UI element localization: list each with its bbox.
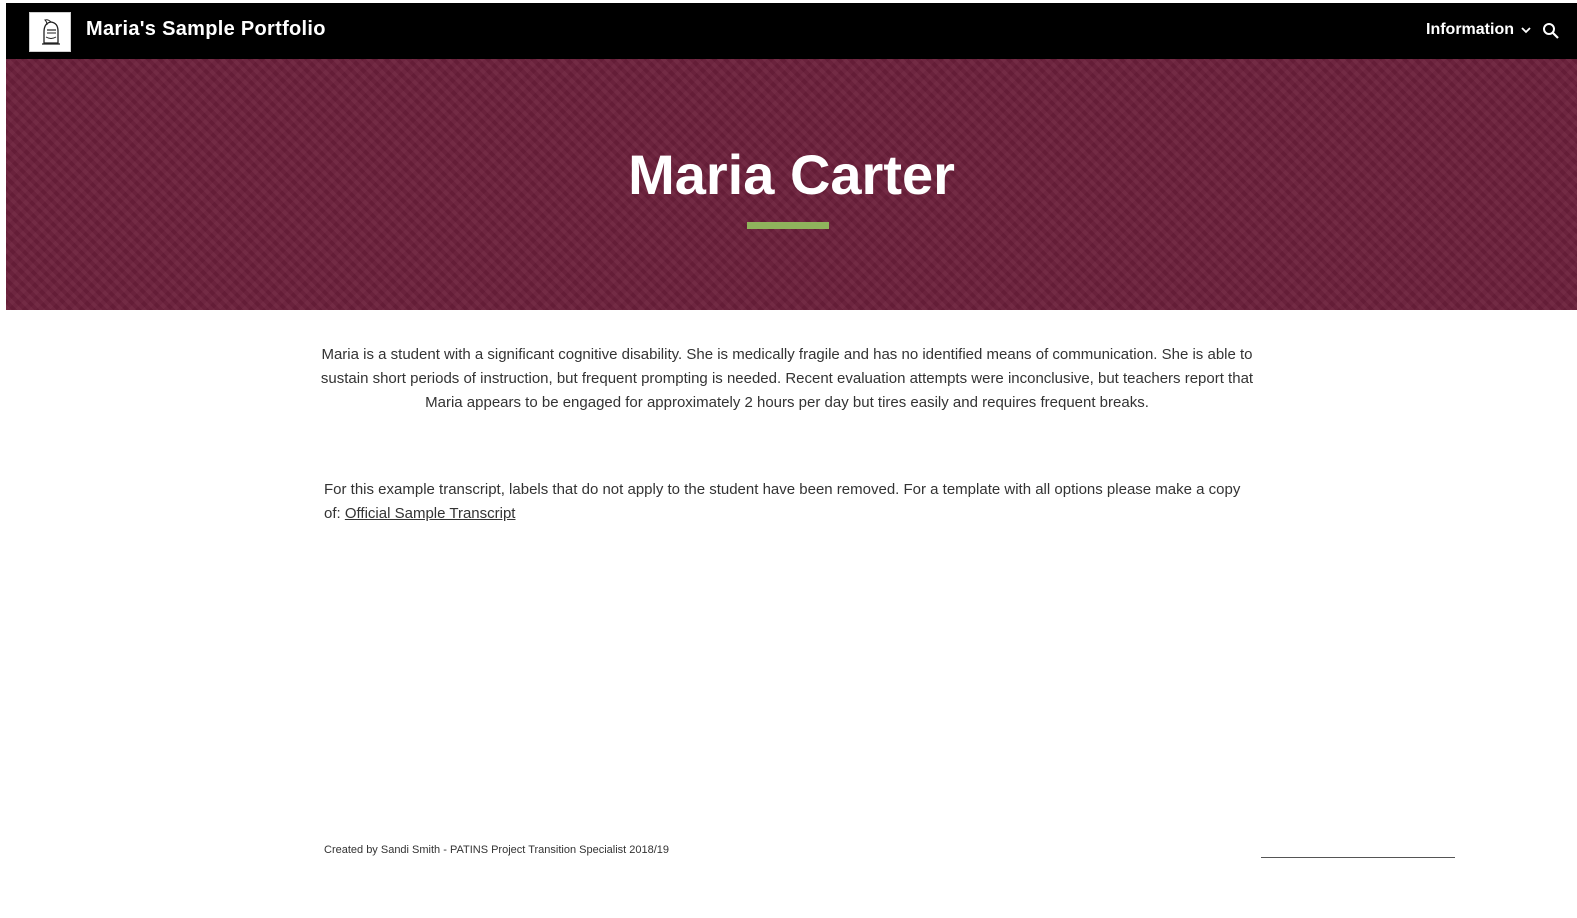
nav-information-menu[interactable]: Information [1426,21,1532,39]
nav-information-label: Information [1426,21,1514,38]
hero-banner: Maria Carter [6,59,1577,310]
footer-divider [1261,857,1455,858]
page: Maria's Sample Portfolio Information Mar… [0,0,1577,918]
chevron-down-icon [1521,27,1531,34]
footer-credit: Created by Sandi Smith - PATINS Project … [324,844,670,856]
site-title[interactable]: Maria's Sample Portfolio [86,18,326,41]
page-title: Maria Carter [628,143,955,206]
search-button[interactable] [1539,19,1563,43]
official-sample-transcript-link[interactable]: Official Sample Transcript [345,505,516,522]
title-underline [747,222,829,229]
top-navigation-bar: Maria's Sample Portfolio Information [6,3,1577,59]
knight-helmet-icon [42,19,60,45]
site-logo[interactable] [29,12,71,52]
search-icon [1543,23,1559,39]
transcript-note: For this example transcript, labels that… [324,478,1244,526]
intro-paragraph: Maria is a student with a significant co… [320,346,1254,411]
